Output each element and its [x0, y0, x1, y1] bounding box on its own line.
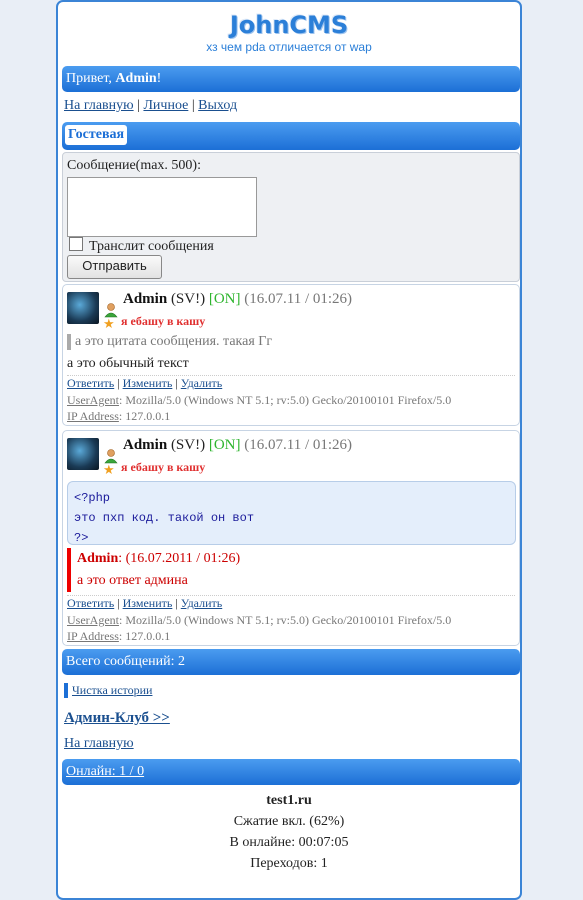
- post-header: Admin (SV!) [ON] (16.07.11 / 01:26): [123, 437, 352, 454]
- clean-history: Чистка истории: [64, 683, 152, 698]
- logo-subtitle: хз чем pda отличается от wap: [206, 40, 372, 54]
- online-link[interactable]: Онлайн: 1 / 0: [66, 764, 144, 779]
- page-frame: JohnCMS хз чем pda отличается от wap При…: [56, 0, 522, 900]
- logo-title: JohnCMS: [229, 11, 349, 39]
- post-role: (SV!): [170, 291, 206, 307]
- post: ★ Admin (SV!) [ON] (16.07.11 / 01:26) я …: [62, 430, 520, 646]
- tab-guestbook[interactable]: Гостевая: [65, 125, 128, 145]
- edit-link[interactable]: Изменить: [123, 596, 173, 610]
- greeting-user: Admin: [115, 71, 157, 86]
- code-block: <?php это пхп код. такой он вот ?>: [67, 481, 516, 545]
- total-messages-bar: Всего сообщений: 2: [62, 649, 520, 675]
- post-text: а это обычный текст: [67, 356, 189, 371]
- online-status: [ON]: [208, 437, 241, 453]
- translit-label: Транслит сообщения: [89, 239, 214, 254]
- ip-label: IP Address: [67, 629, 119, 643]
- section-header: Гостевая: [62, 122, 520, 150]
- ip-label: IP Address: [67, 409, 119, 423]
- star-icon: ★: [103, 462, 115, 477]
- code-line: ?>: [74, 531, 89, 545]
- post-header: Admin (SV!) [ON] (16.07.11 / 01:26): [123, 291, 352, 308]
- useragent-label: UserAgent: [67, 393, 119, 407]
- edit-link[interactable]: Изменить: [123, 376, 173, 390]
- compression-info: Сжатие вкл. (62%): [233, 814, 345, 829]
- online-status: [ON]: [208, 291, 241, 307]
- online-bar: Онлайн: 1 / 0: [62, 759, 520, 785]
- home-link[interactable]: На главную: [64, 736, 134, 751]
- reply-text: а это ответ админа: [77, 573, 188, 588]
- home-footer: На главную: [64, 736, 134, 752]
- admin-club-link[interactable]: Админ-Клуб >>: [64, 710, 170, 726]
- online-time: В онлайне: 00:07:05: [229, 835, 349, 850]
- useragent-value: Mozilla/5.0 (Windows NT 5.1; rv:5.0) Gec…: [125, 393, 452, 407]
- nav-separator: |: [191, 98, 195, 113]
- post-time: (16.07.11 / 01:26): [244, 437, 353, 453]
- send-button[interactable]: Отправить: [67, 255, 162, 279]
- reply-time: : (16.07.2011 / 01:26): [118, 551, 241, 566]
- site-name: test1.ru: [266, 793, 312, 808]
- delete-link[interactable]: Удалить: [181, 596, 222, 610]
- translit-checkbox[interactable]: [69, 237, 83, 251]
- post-meta: UserAgent: Mozilla/5.0 (Windows NT 5.1; …: [67, 613, 452, 643]
- star-icon: ★: [103, 316, 115, 331]
- user-status: я ебашу в кашу: [121, 314, 206, 328]
- nav-separator: |: [137, 98, 140, 113]
- avatar: [67, 438, 99, 470]
- admin-club: Админ-Клуб >>: [64, 710, 170, 727]
- post-actions: Ответить | Изменить | Удалить: [67, 596, 223, 610]
- message-label: Сообщение(max. 500):: [67, 158, 201, 173]
- useragent-value: Mozilla/5.0 (Windows NT 5.1; rv:5.0) Gec…: [125, 613, 452, 627]
- post-time: (16.07.11 / 01:26): [244, 291, 353, 307]
- post-actions: Ответить | Изменить | Удалить: [67, 376, 223, 390]
- post-author[interactable]: Admin: [123, 291, 167, 307]
- reply-link[interactable]: Ответить: [67, 376, 114, 390]
- message-textarea[interactable]: [67, 177, 257, 237]
- ip-value: 127.0.0.1: [125, 629, 171, 643]
- post-role: (SV!): [170, 437, 206, 453]
- greeting-suffix: !: [156, 71, 162, 86]
- code-line: это пхп код. такой он вот: [74, 511, 255, 525]
- greeting-prefix: Привет,: [66, 71, 116, 86]
- code-line: <?php: [74, 491, 111, 505]
- nav-personal-link[interactable]: Личное: [143, 98, 188, 113]
- nav-home-link[interactable]: На главную: [64, 98, 134, 113]
- admin-reply: Admin: (16.07.2011 / 01:26) а это ответ …: [67, 548, 240, 592]
- avatar: [67, 292, 99, 324]
- clean-history-link[interactable]: Чистка истории: [72, 683, 152, 697]
- message-form: Сообщение(max. 500): Транслит сообщения …: [62, 152, 520, 282]
- translit-checkbox-row[interactable]: Транслит сообщения: [69, 237, 214, 255]
- reply-author: Admin: [77, 551, 119, 566]
- delete-link[interactable]: Удалить: [181, 376, 222, 390]
- site-stats: test1.ru Сжатие вкл. (62%) В онлайне: 00…: [58, 790, 520, 874]
- nav-logout-link[interactable]: Выход: [198, 98, 237, 113]
- top-nav: На главную | Личное | Выход: [64, 98, 237, 114]
- post: ★ Admin (SV!) [ON] (16.07.11 / 01:26) я …: [62, 284, 520, 426]
- post-quote: а это цитата сообщения. такая Гг: [67, 334, 272, 350]
- reply-link[interactable]: Ответить: [67, 596, 114, 610]
- total-messages: Всего сообщений: 2: [66, 654, 186, 669]
- logo[interactable]: JohnCMS хз чем pda отличается от wap: [58, 2, 520, 58]
- ip-value: 127.0.0.1: [125, 409, 171, 423]
- greeting-bar: Привет, Admin!: [62, 66, 520, 92]
- user-status: я ебашу в кашу: [121, 460, 206, 474]
- useragent-label: UserAgent: [67, 613, 119, 627]
- post-meta: UserAgent: Mozilla/5.0 (Windows NT 5.1; …: [67, 393, 452, 423]
- post-author[interactable]: Admin: [123, 437, 167, 453]
- transitions-count: Переходов: 1: [250, 856, 328, 871]
